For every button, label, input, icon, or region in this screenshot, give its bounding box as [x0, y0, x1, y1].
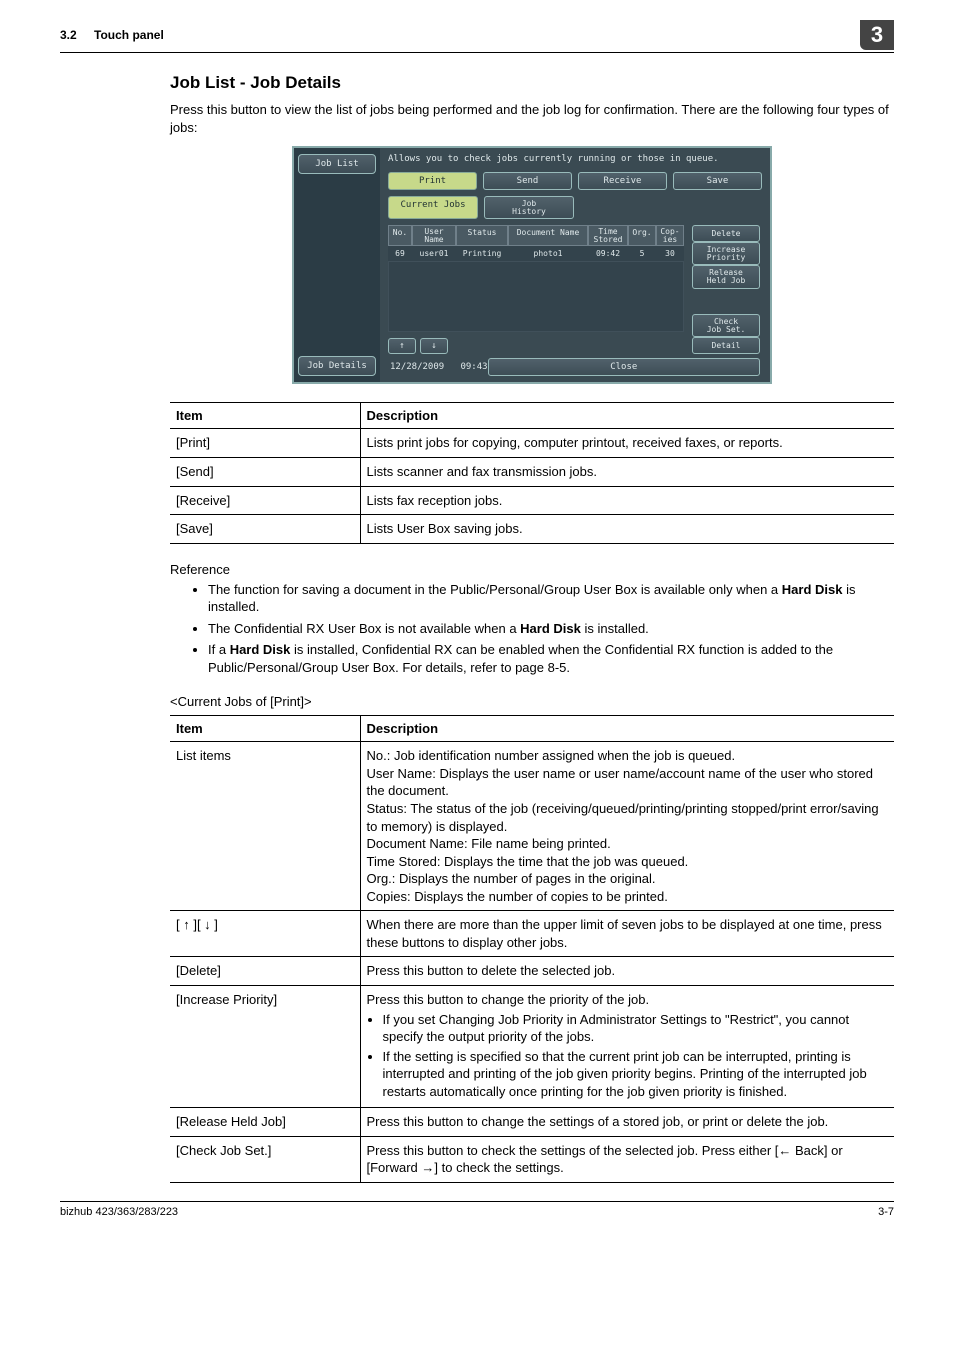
table-cell[interactable]: 09:42 [588, 246, 628, 262]
side-button[interactable]: CheckJob Set. [692, 314, 760, 337]
reference-item: If a Hard Disk is installed, Confidentia… [208, 641, 894, 676]
main-tab-print[interactable]: Print [388, 172, 477, 190]
table-cell[interactable]: Printing [456, 246, 508, 262]
main-tab-save[interactable]: Save [673, 172, 762, 190]
column-header: Status [456, 225, 508, 246]
col-desc: Description [360, 716, 894, 742]
tabs-description-table: Item Description [Print]Lists print jobs… [170, 402, 894, 543]
table-row-item: [Release Held Job] [170, 1108, 360, 1137]
table-row-item: [Print] [170, 429, 360, 458]
main-tab-send[interactable]: Send [483, 172, 572, 190]
section-title: Touch panel [94, 28, 164, 42]
sub-tab[interactable]: Current Jobs [388, 196, 478, 219]
reference-item: The Confidential RX User Box is not avai… [208, 620, 894, 638]
bullet-item: If the setting is specified so that the … [383, 1048, 889, 1101]
table-row-desc: When there are more than the upper limit… [360, 911, 894, 957]
embedded-screenshot: Job List Job Details Allows you to check… [170, 146, 894, 384]
main-tab-receive[interactable]: Receive [578, 172, 667, 190]
job-details-tab[interactable]: Job Details [298, 356, 376, 376]
table-cell[interactable]: photo1 [508, 246, 588, 262]
table-row-item: [Delete] [170, 957, 360, 986]
job-list-tab[interactable]: Job List [298, 154, 376, 174]
col-item: Item [170, 716, 360, 742]
table-row-item: [Save] [170, 515, 360, 544]
table-row-item: [Send] [170, 458, 360, 487]
column-header: No. [388, 225, 412, 246]
current-jobs-table: Item Description List itemsNo.: Job iden… [170, 715, 894, 1182]
column-header: UserName [412, 225, 456, 246]
table-row-item: [Check Job Set.] [170, 1136, 360, 1182]
table-row-desc: Lists User Box saving jobs. [360, 515, 894, 544]
column-header: TimeStored [588, 225, 628, 246]
table-row-desc: Press this button to check the settings … [360, 1136, 894, 1182]
table-cell[interactable]: 69 [388, 246, 412, 262]
table-row-desc: Lists scanner and fax transmission jobs. [360, 458, 894, 487]
col-desc: Description [360, 403, 894, 429]
footer-left: bizhub 423/363/283/223 [60, 1206, 178, 1218]
table-row-item: List items [170, 742, 360, 911]
page-title: Job List - Job Details [170, 73, 894, 93]
datetime: 12/28/2009 09:43 [390, 362, 488, 372]
reference-label: Reference [170, 562, 894, 577]
subheading: <Current Jobs of [Print]> [170, 694, 894, 709]
column-header: Org. [628, 225, 656, 246]
table-row-desc: Press this button to delete the selected… [360, 957, 894, 986]
sub-tab[interactable]: JobHistory [484, 196, 574, 219]
hint-text: Allows you to check jobs currently runni… [388, 154, 762, 164]
header-section: 3.2 Touch panel [60, 28, 178, 42]
side-button[interactable]: Delete [692, 225, 760, 242]
column-header: Cop-ies [656, 225, 684, 246]
side-button[interactable]: Detail [692, 337, 760, 354]
table-cell[interactable]: 5 [628, 246, 656, 262]
section-number: 3.2 [60, 28, 77, 42]
side-button[interactable]: ReleaseHeld Job [692, 265, 760, 288]
arrow-down-button[interactable]: ↓ [420, 338, 448, 354]
table-cell[interactable]: user01 [412, 246, 456, 262]
chapter-badge: 3 [860, 20, 894, 50]
footer-right: 3-7 [878, 1206, 894, 1218]
page-header: 3.2 Touch panel 3 [60, 20, 894, 53]
table-row-desc: Press this button to change the priority… [360, 985, 894, 1107]
table-row-item: [Receive] [170, 486, 360, 515]
reference-item: The function for saving a document in th… [208, 581, 894, 616]
table-row-desc: Lists fax reception jobs. [360, 486, 894, 515]
table-row-item: [ ↑ ][ ↓ ] [170, 911, 360, 957]
arrow-up-button[interactable]: ↑ [388, 338, 416, 354]
intro-paragraph: Press this button to view the list of jo… [170, 101, 894, 136]
table-cell[interactable]: 30 [656, 246, 684, 262]
column-header: Document Name [508, 225, 588, 246]
bullet-item: If you set Changing Job Priority in Admi… [383, 1011, 889, 1046]
table-row-desc: Press this button to change the settings… [360, 1108, 894, 1137]
reference-list: The function for saving a document in th… [170, 581, 894, 677]
side-button[interactable]: IncreasePriority [692, 242, 760, 265]
table-row-desc: No.: Job identification number assigned … [360, 742, 894, 911]
table-empty-area [388, 262, 684, 332]
table-row-item: [Increase Priority] [170, 985, 360, 1107]
col-item: Item [170, 403, 360, 429]
table-row-desc: Lists print jobs for copying, computer p… [360, 429, 894, 458]
close-button[interactable]: Close [488, 358, 760, 376]
